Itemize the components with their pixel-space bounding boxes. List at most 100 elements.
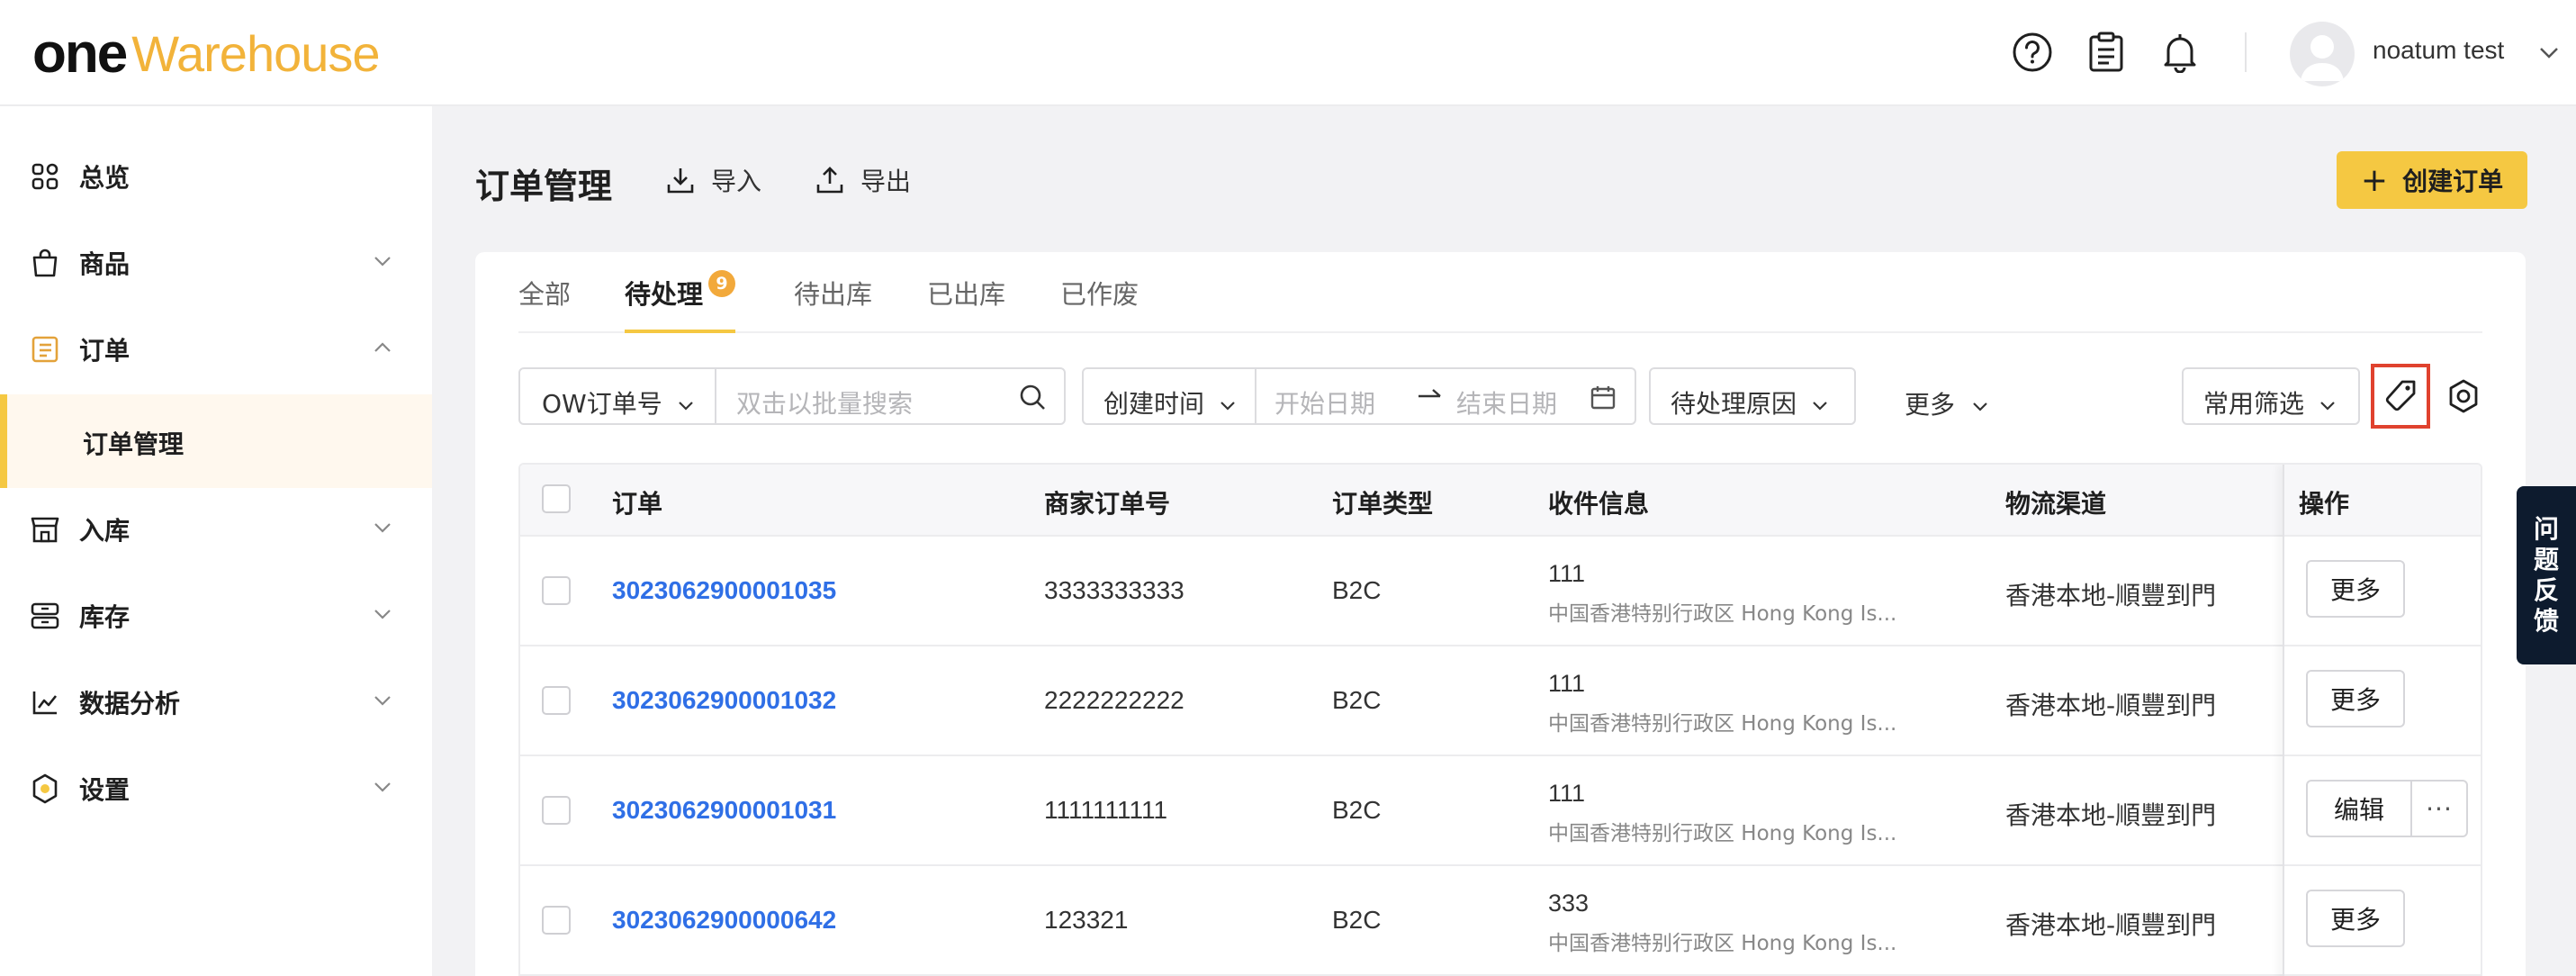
- order-number-link[interactable]: 3023062900000642: [612, 906, 836, 935]
- sidebar-item-inventory[interactable]: 库存: [0, 580, 432, 652]
- tab-shipped[interactable]: 已出库: [927, 274, 1005, 333]
- pending-reason-select[interactable]: 待处理原因: [1649, 367, 1856, 425]
- calendar-icon[interactable]: [1590, 384, 1617, 414]
- recipient-address: 中国香港特别行政区 Hong Kong Is...: [1548, 822, 1897, 845]
- table-row: 3023062900001035 3333333333 B2C 111 中国香港…: [520, 537, 2481, 646]
- warehouse-icon: [29, 513, 61, 546]
- more-button[interactable]: 更多: [2306, 560, 2405, 618]
- recipient-name: 333: [1548, 890, 1590, 917]
- table-row: 3023062900000642 123321 B2C 333 中国香港特别行政…: [520, 866, 2481, 976]
- chevron-down-icon: [371, 249, 394, 276]
- tab-pending[interactable]: 待处理 9: [625, 270, 736, 333]
- order-type: B2C: [1332, 906, 1382, 934]
- settings-button[interactable]: [2434, 364, 2493, 429]
- user-name[interactable]: noatum test: [2373, 36, 2504, 65]
- avatar[interactable]: [2290, 22, 2355, 86]
- tag-icon: [2385, 380, 2416, 411]
- feedback-tab[interactable]: 问 题 反 馈: [2517, 486, 2576, 664]
- sidebar-item-label: 设置: [79, 775, 131, 805]
- actions-column: 更多 更多 编辑 ··· 更多: [2283, 465, 2481, 976]
- sidebar-item-inbound[interactable]: 入库: [0, 493, 432, 565]
- plus-icon: +: [2360, 161, 2389, 199]
- sidebar-item-label: 数据分析: [79, 689, 181, 718]
- common-filter-label: 常用筛选: [2203, 384, 2337, 420]
- chevron-down-icon[interactable]: [2536, 40, 2562, 68]
- end-date-input[interactable]: 结束日期: [1456, 384, 1557, 420]
- help-icon[interactable]: [2009, 29, 2056, 76]
- sidebar-item-analytics[interactable]: 数据分析: [0, 666, 432, 738]
- row-checkbox[interactable]: [542, 796, 571, 825]
- row-checkbox[interactable]: [542, 576, 571, 605]
- pending-reason-text: 待处理原因: [1671, 389, 1797, 419]
- tab-label: 待处理: [625, 279, 704, 310]
- sidebar-item-settings[interactable]: 设置: [0, 753, 432, 825]
- export-label: 导出: [860, 167, 912, 196]
- table-row: 3023062900001031 1111111111 B2C 111 中国香港…: [520, 756, 2481, 866]
- tab-label: 待出库: [794, 279, 873, 310]
- top-bar: one Warehouse noatum test: [0, 0, 2576, 106]
- chevron-down-icon: [678, 402, 693, 411]
- column-header-merchant-no[interactable]: 商家订单号: [1044, 484, 1170, 520]
- import-button[interactable]: 导入: [666, 160, 761, 200]
- column-header-order[interactable]: 订单: [612, 484, 662, 520]
- column-header-recipient[interactable]: 收件信息: [1548, 484, 1649, 520]
- tab-all[interactable]: 全部: [518, 274, 571, 333]
- tab-voided[interactable]: 已作废: [1060, 274, 1139, 333]
- sidebar-item-overview[interactable]: 总览: [0, 140, 432, 212]
- sidebar-item-order-management[interactable]: 订单管理: [0, 394, 432, 488]
- tab-label: 已出库: [927, 279, 1006, 310]
- row-checkbox[interactable]: [542, 686, 571, 715]
- order-number-link[interactable]: 3023062900001032: [612, 686, 836, 715]
- order-field-select[interactable]: OW订单号: [542, 384, 696, 420]
- more-button[interactable]: 更多: [2306, 890, 2405, 947]
- tab-label: 已作废: [1060, 279, 1139, 310]
- order-field-label: OW订单号: [542, 389, 662, 419]
- tag-button[interactable]: [2371, 364, 2430, 429]
- create-order-button[interactable]: + 创建订单: [2337, 151, 2527, 209]
- column-header-type[interactable]: 订单类型: [1332, 484, 1433, 520]
- recipient-name: 111: [1548, 780, 1586, 807]
- order-search-group: OW订单号 双击以批量搜索: [518, 367, 1066, 425]
- clipboard-icon[interactable]: [2083, 29, 2130, 76]
- time-field-select[interactable]: 创建时间: [1103, 384, 1238, 420]
- edit-button[interactable]: 编辑: [2308, 782, 2412, 836]
- more-filters-button[interactable]: 更多: [1905, 385, 1990, 421]
- sidebar-item-label: 入库: [79, 516, 131, 546]
- hexagon-settings-icon: [29, 773, 61, 805]
- tab-awaiting-outbound[interactable]: 待出库: [794, 274, 872, 333]
- ellipsis-button[interactable]: ···: [2412, 782, 2466, 836]
- sidebar-item-products[interactable]: 商品: [0, 227, 432, 299]
- start-date-input[interactable]: 开始日期: [1274, 384, 1375, 420]
- chevron-down-icon: [1220, 402, 1235, 411]
- order-type: B2C: [1332, 576, 1382, 604]
- logistics-channel: 香港本地-順豐到門: [2005, 910, 2217, 940]
- create-order-label: 创建订单: [2402, 167, 2504, 196]
- common-filter-select[interactable]: 常用筛选: [2182, 367, 2360, 425]
- count-badge: 9: [708, 270, 736, 297]
- order-number-link[interactable]: 3023062900001031: [612, 796, 836, 825]
- more-button[interactable]: 更多: [2306, 670, 2405, 727]
- order-number-link[interactable]: 3023062900001035: [612, 576, 836, 605]
- export-button[interactable]: 导出: [815, 160, 911, 200]
- search-input[interactable]: 双击以批量搜索: [736, 384, 913, 420]
- order-type: B2C: [1332, 796, 1382, 824]
- sidebar: 总览 商品 订单 订单管理 入库 库存 数据分析 设置: [0, 106, 432, 976]
- bell-icon[interactable]: [2157, 29, 2203, 76]
- divider: [1255, 369, 1256, 423]
- feedback-char: 题: [2533, 545, 2559, 574]
- search-icon[interactable]: [1017, 382, 1048, 416]
- common-filter-text: 常用筛选: [2203, 389, 2305, 419]
- chevron-down-icon: [1813, 402, 1827, 411]
- more-filters-label: 更多: [1905, 390, 1956, 420]
- merchant-order-no: 3333333333: [1044, 576, 1184, 604]
- sidebar-item-orders[interactable]: 订单: [0, 313, 432, 385]
- row-checkbox[interactable]: [542, 906, 571, 935]
- import-label: 导入: [711, 167, 762, 196]
- chevron-down-icon: [371, 689, 394, 716]
- dashboard-icon: [29, 160, 61, 193]
- logistics-channel: 香港本地-順豐到門: [2005, 691, 2217, 720]
- time-field-label: 创建时间: [1103, 389, 1205, 419]
- app-logo[interactable]: one Warehouse: [32, 22, 381, 85]
- select-all-checkbox[interactable]: [542, 484, 571, 513]
- column-header-channel[interactable]: 物流渠道: [2005, 484, 2106, 520]
